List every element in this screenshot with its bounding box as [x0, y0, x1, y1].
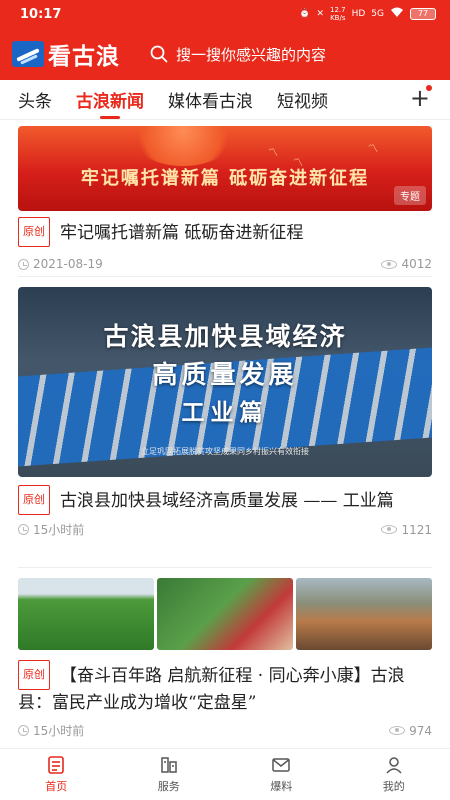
news-photo[interactable]: [157, 578, 293, 650]
mail-icon: [272, 758, 290, 772]
alarm-icon: ⏰: [299, 9, 311, 19]
news-title-text: 【奋斗百年路 启航新征程 · 同心奔小康】古浪县：富民产业成为增收“定盘星”: [18, 666, 405, 713]
banner-caption: 立足巩固拓展脱贫攻坚成果同乡村振兴有效衔接: [141, 447, 309, 456]
divider: [18, 276, 432, 277]
news-views: 974: [409, 723, 432, 738]
news-photo-grid[interactable]: [18, 578, 432, 650]
nav-services-label: 服务: [157, 780, 180, 793]
network-type: 5G: [371, 9, 384, 19]
news-views: 4012: [401, 257, 432, 271]
tab-media-gulang[interactable]: 媒体看古浪: [168, 87, 253, 112]
clock-icon: [18, 524, 29, 535]
nav-report[interactable]: 爆料: [225, 749, 338, 800]
banner-text: 牢记嘱托谱新篇 砥砺奋进新征程: [80, 168, 370, 189]
news-meta: 15小时前 974: [18, 722, 432, 739]
status-icons: ⏰ ✕ 12.7 KB/s HD 5G 77: [299, 6, 436, 22]
nav-report-label: 爆料: [270, 780, 293, 793]
status-time: 10:17: [20, 6, 62, 22]
news-banner-image[interactable]: 古浪县加快县域经济 高质量发展 工业篇 立足巩固拓展脱贫攻坚成果同乡村振兴有效衔…: [18, 287, 432, 477]
news-meta: 2021-08-19 4012: [18, 257, 432, 271]
news-meta: 15小时前 1121: [18, 521, 432, 538]
search-bar[interactable]: 搜一搜你感兴趣的内容: [150, 44, 326, 65]
clock-icon: [18, 258, 29, 270]
services-icon: [161, 757, 177, 773]
mute-icon: ✕: [316, 9, 324, 19]
nav-home[interactable]: 首页: [0, 749, 113, 800]
tab-short-video[interactable]: 短视频: [277, 87, 328, 112]
home-icon: [48, 756, 65, 774]
status-bar: 10:17 ⏰ ✕ 12.7 KB/s HD 5G 77: [0, 0, 450, 28]
news-title[interactable]: 原创 牢记嘱托谱新篇 砥砺奋进新征程: [18, 217, 432, 247]
channel-tabs: 头条 古浪新闻 媒体看古浪 短视频 +: [0, 80, 450, 120]
nav-services[interactable]: 服务: [113, 749, 226, 800]
news-views: 1121: [401, 522, 432, 537]
tab-gulang-news[interactable]: 古浪新闻: [76, 87, 144, 119]
app-logo[interactable]: 看古浪: [12, 37, 120, 71]
news-title[interactable]: 原创 【奋斗百年路 启航新征程 · 同心奔小康】古浪县：富民产业成为增收“定盘星”: [18, 660, 432, 716]
views-icon: [389, 726, 406, 735]
news-title-text: 牢记嘱托谱新篇 砥砺奋进新征程: [60, 223, 304, 243]
news-photo[interactable]: [296, 578, 432, 650]
tab-headlines[interactable]: 头条: [18, 87, 52, 112]
divider: [18, 567, 432, 568]
news-banner-image[interactable]: 〽 〽 〽 牢记嘱托谱新篇 砥砺奋进新征程 专题: [18, 126, 432, 211]
tab-fade: [366, 80, 406, 119]
bird-icon: 〽: [368, 144, 378, 155]
net-speed-value: 12.7: [330, 6, 346, 14]
news-time: 15小时前: [33, 523, 85, 537]
clock-icon: [18, 725, 29, 736]
banner-sun: [128, 126, 238, 166]
banner-line3: 工业篇: [181, 399, 269, 426]
wifi-icon: [390, 7, 404, 21]
topic-tag: 专题: [394, 186, 426, 205]
news-feed[interactable]: 〽 〽 〽 牢记嘱托谱新篇 砥砺奋进新征程 专题 原创 牢记嘱托谱新篇 砥砺奋进新…: [0, 121, 450, 747]
original-badge: 原创: [18, 485, 50, 515]
banner-line1: 古浪县加快县域经济: [103, 322, 347, 351]
nav-me[interactable]: 我的: [338, 749, 450, 800]
user-icon: [386, 757, 402, 774]
original-badge: 原创: [18, 217, 50, 247]
app-header: 10:17 ⏰ ✕ 12.7 KB/s HD 5G 77 看古浪 搜一搜你感兴趣…: [0, 0, 450, 80]
views-icon: [381, 525, 398, 534]
news-photo[interactable]: [18, 578, 154, 650]
net-speed: 12.7 KB/s: [330, 6, 346, 22]
news-title[interactable]: 原创 古浪县加快县域经济高质量发展 —— 工业篇: [18, 485, 432, 515]
app-name: 看古浪: [48, 43, 120, 70]
net-speed-unit: KB/s: [330, 14, 346, 22]
bottom-nav: 首页 服务 爆料 我的: [0, 748, 450, 800]
battery-icon: 77: [410, 8, 436, 20]
news-item[interactable]: 〽 〽 〽 牢记嘱托谱新篇 砥砺奋进新征程 专题 原创 牢记嘱托谱新篇 砥砺奋进新…: [18, 121, 432, 276]
bird-icon: 〽: [268, 148, 278, 159]
nav-home-label: 首页: [45, 780, 68, 793]
news-time: 15小时前: [33, 724, 85, 738]
news-time: 2021-08-19: [33, 257, 103, 271]
nav-me-label: 我的: [382, 780, 405, 793]
search-placeholder: 搜一搜你感兴趣的内容: [176, 45, 327, 64]
hd-label: HD: [351, 9, 366, 19]
search-icon: [150, 45, 168, 63]
views-icon: [381, 259, 398, 269]
logo-icon: [12, 41, 44, 67]
notification-dot: [426, 85, 432, 91]
news-item[interactable]: 古浪县加快县域经济 高质量发展 工业篇 立足巩固拓展脱贫攻坚成果同乡村振兴有效衔…: [18, 287, 432, 571]
original-badge: 原创: [18, 660, 50, 690]
news-item[interactable]: 原创 【奋斗百年路 启航新征程 · 同心奔小康】古浪县：富民产业成为增收“定盘星”…: [18, 578, 432, 747]
news-title-text: 古浪县加快县域经济高质量发展 —— 工业篇: [60, 491, 394, 511]
banner-line2: 高质量发展: [152, 360, 298, 389]
